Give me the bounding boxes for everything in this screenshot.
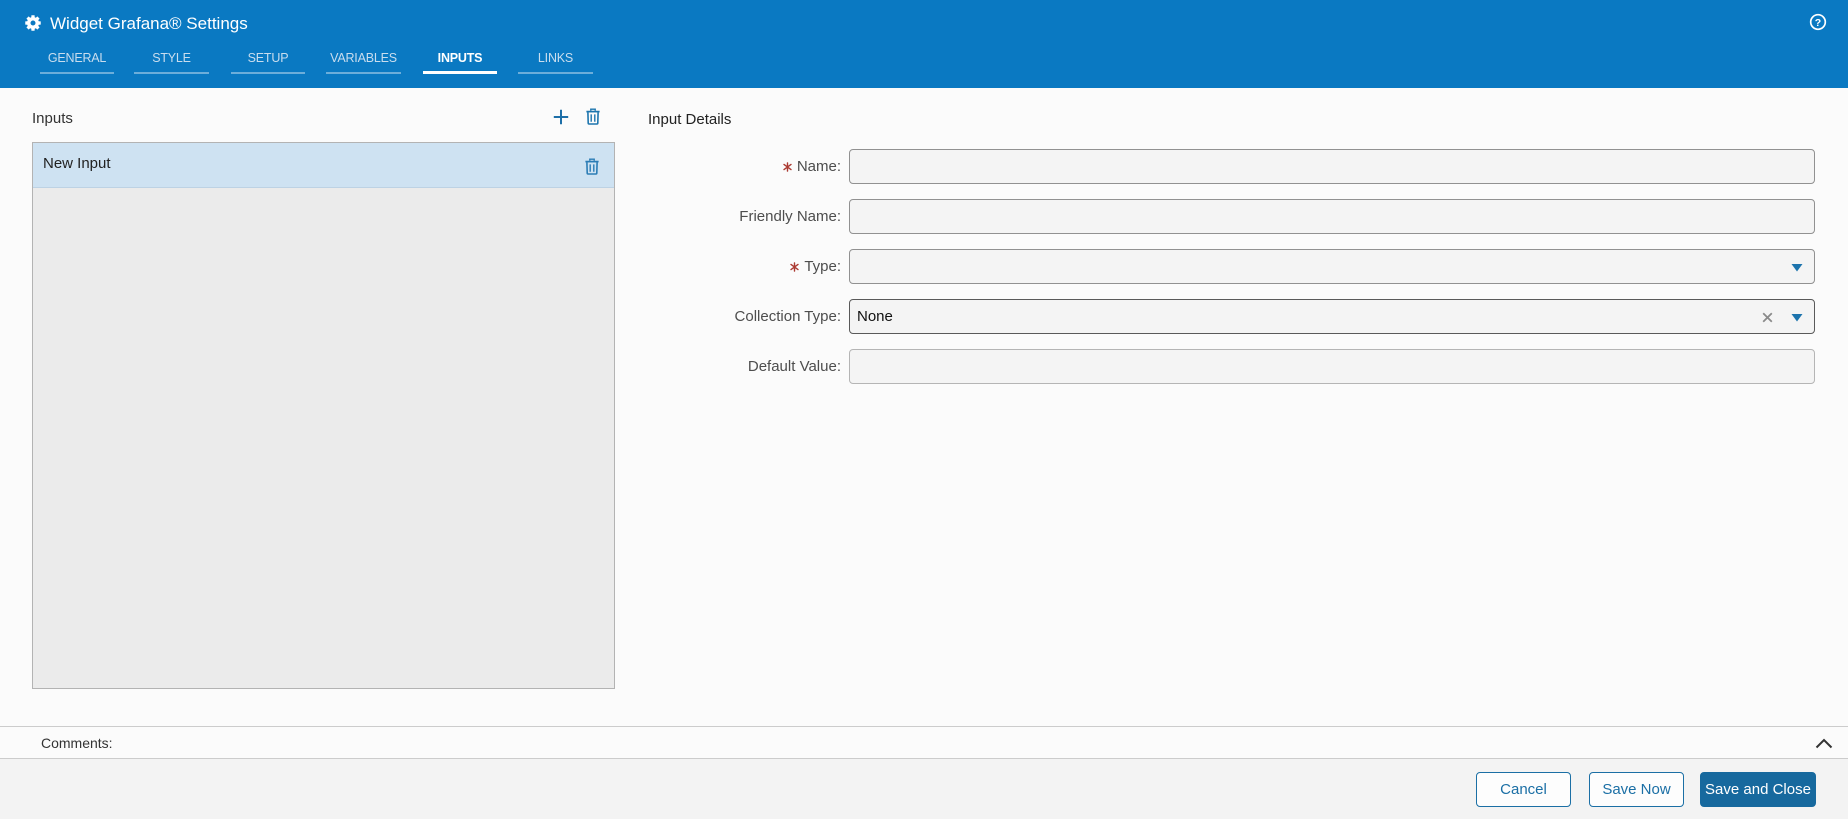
svg-text:?: ? (1815, 17, 1821, 29)
